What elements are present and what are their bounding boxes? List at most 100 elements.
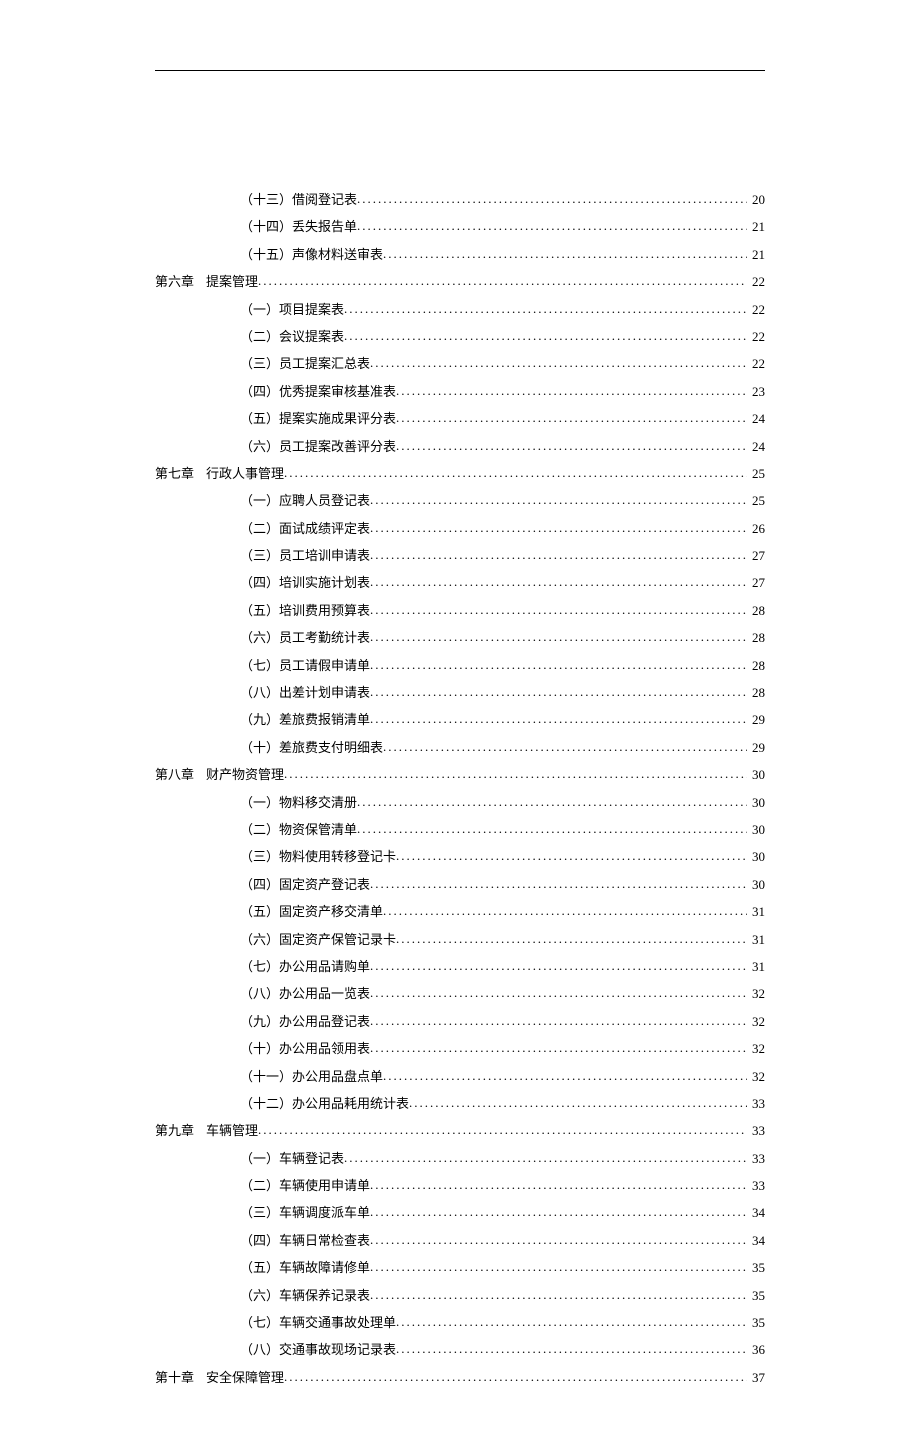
- toc-item-label: （十）差旅费支付明细表: [240, 740, 383, 757]
- chapter-title: 财产物资管理: [206, 767, 284, 784]
- toc-item-label: （七）办公用品请购单: [240, 959, 370, 976]
- header-divider: [155, 70, 765, 71]
- toc-page-number: 35: [747, 1315, 765, 1332]
- toc-page-number: 21: [747, 219, 765, 236]
- toc-sub-row: （十）办公用品领用表32: [155, 1040, 765, 1058]
- toc-leader-dots: [258, 1122, 747, 1135]
- toc-item-label: （十一）办公用品盘点单: [240, 1069, 383, 1086]
- toc-sub-row: （六）员工考勤统计表28: [155, 629, 765, 647]
- toc-leader-dots: [383, 1068, 747, 1081]
- toc-item-label: （五）培训费用预算表: [240, 603, 370, 620]
- toc-leader-dots: [370, 355, 747, 368]
- toc-item-label: （一）物料移交清册: [240, 795, 357, 812]
- toc-leader-dots: [357, 218, 747, 231]
- toc-leader-dots: [344, 301, 747, 314]
- toc-item-label: （五）车辆故障请修单: [240, 1260, 370, 1277]
- toc-leader-dots: [370, 1287, 747, 1300]
- toc-leader-dots: [370, 602, 747, 615]
- toc-item-label: （二）面试成绩评定表: [240, 521, 370, 538]
- toc-leader-dots: [370, 958, 747, 971]
- chapter-number: 第八章: [155, 767, 206, 784]
- toc-sub-row: （七）员工请假申请单28: [155, 657, 765, 675]
- toc-item-label: （二）车辆使用申请单: [240, 1178, 370, 1195]
- toc-page-number: 30: [747, 849, 765, 866]
- toc-leader-dots: [284, 465, 747, 478]
- toc-page-number: 22: [747, 302, 765, 319]
- toc-sub-row: （一）物料移交清册30: [155, 794, 765, 812]
- toc-item-label: （四）培训实施计划表: [240, 575, 370, 592]
- toc-leader-dots: [370, 684, 747, 697]
- toc-leader-dots: [396, 438, 747, 451]
- toc-page-number: 26: [747, 521, 765, 538]
- toc-item-label: （九）差旅费报销清单: [240, 712, 370, 729]
- toc-item-label: （八）办公用品一览表: [240, 986, 370, 1003]
- toc-sub-row: （七）车辆交通事故处理单 35: [155, 1314, 765, 1332]
- toc-leader-dots: [370, 1259, 747, 1272]
- toc-sub-row: （十二）办公用品耗用统计表33: [155, 1095, 765, 1113]
- toc-sub-row: （十）差旅费支付明细表29: [155, 739, 765, 757]
- toc-sub-row: （三）员工提案汇总表 22: [155, 355, 765, 373]
- toc-leader-dots: [370, 1232, 747, 1245]
- toc-leader-dots: [370, 711, 747, 724]
- toc-page-number: 34: [747, 1205, 765, 1222]
- toc-sub-row: （五）培训费用预算表28: [155, 602, 765, 620]
- chapter-number: 第十章: [155, 1370, 206, 1387]
- toc-sub-row: （五）车辆故障请修单 35: [155, 1259, 765, 1277]
- toc-item-label: （十五）声像材料送审表: [240, 247, 383, 264]
- toc-sub-row: （十五）声像材料送审表21: [155, 246, 765, 264]
- toc-item-label: （十三）借阅登记表: [240, 192, 357, 209]
- toc-leader-dots: [344, 1150, 747, 1163]
- toc-item-label: （二）会议提案表: [240, 329, 344, 346]
- toc-sub-row: （三）物料使用转移登记卡 30: [155, 848, 765, 866]
- toc-leader-dots: [370, 629, 747, 642]
- toc-page-number: 24: [747, 411, 765, 428]
- chapter-title: 提案管理: [206, 274, 258, 291]
- toc-leader-dots: [370, 1177, 747, 1190]
- toc-chapter-row: 第七章行政人事管理25: [155, 465, 765, 483]
- toc-leader-dots: [357, 821, 747, 834]
- toc-page-number: 27: [747, 548, 765, 565]
- toc-page-number: 25: [747, 493, 765, 510]
- toc-item-label: （七）车辆交通事故处理单: [240, 1315, 396, 1332]
- toc-leader-dots: [370, 574, 747, 587]
- toc-page-number: 32: [747, 1041, 765, 1058]
- toc-page-number: 22: [747, 329, 765, 346]
- toc-sub-row: （十四）丢失报告单21: [155, 218, 765, 236]
- toc-leader-dots: [409, 1095, 747, 1108]
- toc-item-label: （十二）办公用品耗用统计表: [240, 1096, 409, 1113]
- toc-sub-row: （四）固定资产登记表30: [155, 876, 765, 894]
- toc-page-number: 35: [747, 1260, 765, 1277]
- toc-item-label: （九）办公用品登记表: [240, 1014, 370, 1031]
- toc-page-number: 33: [747, 1123, 765, 1140]
- toc-page-number: 32: [747, 1014, 765, 1031]
- toc-sub-row: （二）车辆使用申请单33: [155, 1177, 765, 1195]
- toc-sub-row: （五）固定资产移交清单31: [155, 903, 765, 921]
- toc-leader-dots: [383, 739, 747, 752]
- toc-sub-row: （四）培训实施计划表27: [155, 574, 765, 592]
- toc-leader-dots: [396, 410, 747, 423]
- toc-leader-dots: [370, 1204, 747, 1217]
- toc-page-number: 28: [747, 658, 765, 675]
- toc-leader-dots: [258, 273, 747, 286]
- toc-leader-dots: [357, 191, 747, 204]
- toc-page-number: 20: [747, 192, 765, 209]
- toc-leader-dots: [396, 383, 747, 396]
- toc-item-label: （三）物料使用转移登记卡: [240, 849, 396, 866]
- toc-item-label: （八）交通事故现场记录表: [240, 1342, 396, 1359]
- toc-item-label: （八）出差计划申请表: [240, 685, 370, 702]
- toc-sub-row: （四）优秀提案审核基准表23: [155, 383, 765, 401]
- chapter-number: 第九章: [155, 1123, 206, 1140]
- toc-item-label: （三）员工提案汇总表: [240, 356, 370, 373]
- document-page: （十三）借阅登记表20（十四）丢失报告单21（十五）声像材料送审表21第六章提案…: [0, 0, 920, 1456]
- toc-page-number: 25: [747, 466, 765, 483]
- toc-leader-dots: [370, 985, 747, 998]
- toc-leader-dots: [396, 1314, 747, 1327]
- toc-page-number: 22: [747, 356, 765, 373]
- toc-sub-row: （八）出差计划申请表28: [155, 684, 765, 702]
- toc-sub-row: （六）员工提案改善评分表24: [155, 438, 765, 456]
- toc-chapter-row: 第十章安全保障管理37: [155, 1369, 765, 1387]
- table-of-contents: （十三）借阅登记表20（十四）丢失报告单21（十五）声像材料送审表21第六章提案…: [155, 191, 765, 1387]
- chapter-title: 行政人事管理: [206, 466, 284, 483]
- toc-leader-dots: [370, 1040, 747, 1053]
- toc-page-number: 30: [747, 822, 765, 839]
